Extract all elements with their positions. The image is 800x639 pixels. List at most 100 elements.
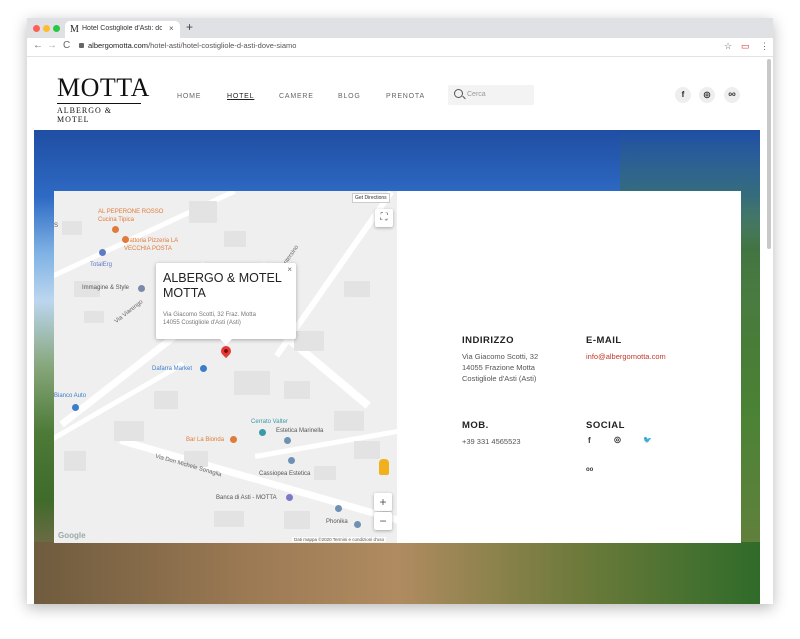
restaurant-pin-icon[interactable] — [122, 236, 129, 243]
email-link[interactable]: info@albergomotta.com — [586, 351, 666, 363]
map-poi[interactable]: Cucina Tipica — [98, 217, 134, 223]
new-tab-button[interactable]: + — [186, 20, 193, 34]
beauty-pin-icon[interactable] — [284, 437, 291, 444]
shop-pin-icon[interactable] — [354, 521, 361, 528]
map-poi[interactable]: Bar La Bionda — [186, 437, 224, 443]
social-heading: SOCIAL — [586, 420, 625, 431]
map-info-popup: × ALBERGO & MOTEL MOTTA Via Giacomo Scot… — [156, 263, 296, 345]
url-field[interactable]: albergomotta.com/hotel-asti/hotel-costig… — [79, 41, 679, 53]
map-building — [214, 511, 244, 527]
shop-pin-icon[interactable] — [335, 505, 342, 512]
browser-menu-icon[interactable]: ⋮ — [760, 41, 769, 52]
market-pin-icon[interactable] — [200, 365, 207, 372]
browser-tab[interactable]: M Hotel Costigliole d'Asti: dove s × — [65, 21, 180, 38]
map-poi[interactable]: Cerrato Valter — [251, 419, 288, 425]
forward-button[interactable]: → — [47, 40, 57, 51]
map-credits[interactable]: Dati mappa ©2020 Termini e condizioni d'… — [292, 537, 387, 542]
bank-pin-icon[interactable] — [286, 494, 293, 501]
map-building — [224, 231, 246, 247]
facebook-icon[interactable]: f — [588, 436, 591, 445]
map-building — [314, 466, 336, 480]
nav-prenota[interactable]: PRENOTA — [386, 93, 425, 100]
address-heading: INDIRIZZO — [462, 335, 514, 346]
map-poi[interactable]: AL PEPERONE ROSSO — [98, 209, 163, 215]
fullscreen-button[interactable]: ⛶ — [375, 209, 393, 227]
map-poi[interactable]: Dafarra Market — [152, 366, 192, 372]
search-box[interactable]: Cerca — [448, 85, 534, 105]
ground-image — [34, 542, 760, 604]
tab-bar: M Hotel Costigliole d'Asti: dove s × + — [27, 18, 773, 38]
reload-button[interactable]: C — [63, 40, 70, 51]
minimize-window-button[interactable] — [43, 25, 50, 32]
map-poi[interactable]: S — [54, 223, 58, 229]
map-poi[interactable]: Cassiopea Estetica — [259, 471, 310, 477]
map-building — [344, 281, 370, 297]
map-building — [284, 511, 310, 529]
search-placeholder: Cerca — [467, 91, 486, 98]
logo-main: MOTTA — [57, 73, 150, 102]
map-poi[interactable]: Bianco Auto — [54, 393, 86, 399]
address-bar-row: ← → C albergomotta.com/hotel-asti/hotel-… — [27, 38, 773, 57]
map-building — [334, 411, 364, 431]
nav-blog[interactable]: BLOG — [338, 93, 361, 100]
contact-panel: INDIRIZZO Via Giacomo Scotti, 32 14055 F… — [397, 191, 741, 543]
map-poi[interactable]: TotalErg — [90, 262, 112, 268]
phone-number[interactable]: +39 331 4565523 — [462, 436, 521, 448]
map-poi[interactable]: Immagine & Style — [82, 285, 129, 291]
street-label: Via Viarengo — [113, 299, 145, 325]
map-poi[interactable]: Phonika — [326, 519, 348, 525]
business-pin-icon[interactable] — [259, 429, 266, 436]
map-building — [284, 381, 310, 399]
nav-hotel[interactable]: HOTEL — [227, 93, 254, 100]
bar-pin-icon[interactable] — [230, 436, 237, 443]
nav-home[interactable]: HOME — [177, 93, 201, 100]
back-button[interactable]: ← — [33, 40, 43, 51]
phone-heading: MOB. — [462, 420, 489, 431]
beauty-pin-icon[interactable] — [288, 457, 295, 464]
street-view-pegman-icon[interactable] — [379, 459, 389, 475]
map-poi[interactable]: Estetica Marinella — [276, 428, 323, 434]
nav-camere[interactable]: CAMERE — [279, 93, 314, 100]
bookmark-star-icon[interactable]: ☆ — [724, 41, 732, 52]
popup-address-line2: 14055 Costigliole d'Asti (Asti) — [163, 320, 241, 326]
get-directions-link[interactable]: Get Directions — [352, 193, 390, 203]
map-building — [114, 421, 144, 441]
shop-pin-icon[interactable] — [138, 285, 145, 292]
gas-station-pin-icon[interactable] — [99, 249, 106, 256]
popup-close-icon[interactable]: × — [287, 265, 292, 274]
url-domain: albergomotta.com — [88, 41, 149, 50]
zoom-in-button[interactable]: + — [374, 493, 392, 511]
url-path: /hotel-asti/hotel-costigliole-d-asti-dov… — [148, 41, 297, 50]
map-building — [294, 331, 324, 351]
map-poi[interactable]: Trattoria Pizzeria LA — [124, 238, 178, 244]
tripadvisor-icon[interactable]: oo — [586, 467, 593, 473]
maximize-window-button[interactable] — [53, 25, 60, 32]
car-dealer-pin-icon[interactable] — [72, 404, 79, 411]
address-line: Costigliole d'Asti (Asti) — [462, 374, 537, 383]
instagram-icon[interactable]: ◎ — [614, 435, 621, 444]
zoom-out-button[interactable]: − — [374, 512, 392, 530]
close-window-button[interactable] — [33, 25, 40, 32]
restaurant-pin-icon[interactable] — [112, 226, 119, 233]
extension-icon[interactable]: ▭ — [741, 41, 750, 52]
facebook-icon[interactable]: f — [675, 87, 691, 103]
twitter-icon[interactable]: 🐦 — [643, 436, 652, 444]
scrollbar[interactable] — [767, 59, 771, 249]
google-map[interactable]: Via Viarengo Via Don Michele Sonaglia Vi… — [54, 191, 397, 543]
tripadvisor-icon[interactable]: oo — [724, 87, 740, 103]
popup-pointer — [220, 339, 232, 345]
site-logo[interactable]: MOTTA ALBERGO & MOTEL — [57, 73, 150, 124]
popup-address: Via Giacomo Scotti, 32 Fraz. Motta 14055… — [163, 311, 293, 327]
tab-close-icon[interactable]: × — [169, 24, 174, 33]
google-logo: Google — [58, 531, 86, 540]
location-marker-icon[interactable] — [218, 343, 234, 359]
address-line: Via Giacomo Scotti, 32 — [462, 352, 539, 361]
map-poi[interactable]: Banca di Asti - MOTTA — [216, 495, 277, 501]
instagram-icon[interactable]: ◎ — [699, 87, 715, 103]
popup-title: ALBERGO & MOTEL MOTTA — [163, 271, 282, 300]
search-icon — [454, 89, 463, 98]
map-building — [64, 451, 86, 471]
favicon-icon: M — [70, 24, 79, 35]
map-poi[interactable]: VECCHIA POSTA — [124, 246, 172, 252]
map-building — [354, 441, 380, 459]
